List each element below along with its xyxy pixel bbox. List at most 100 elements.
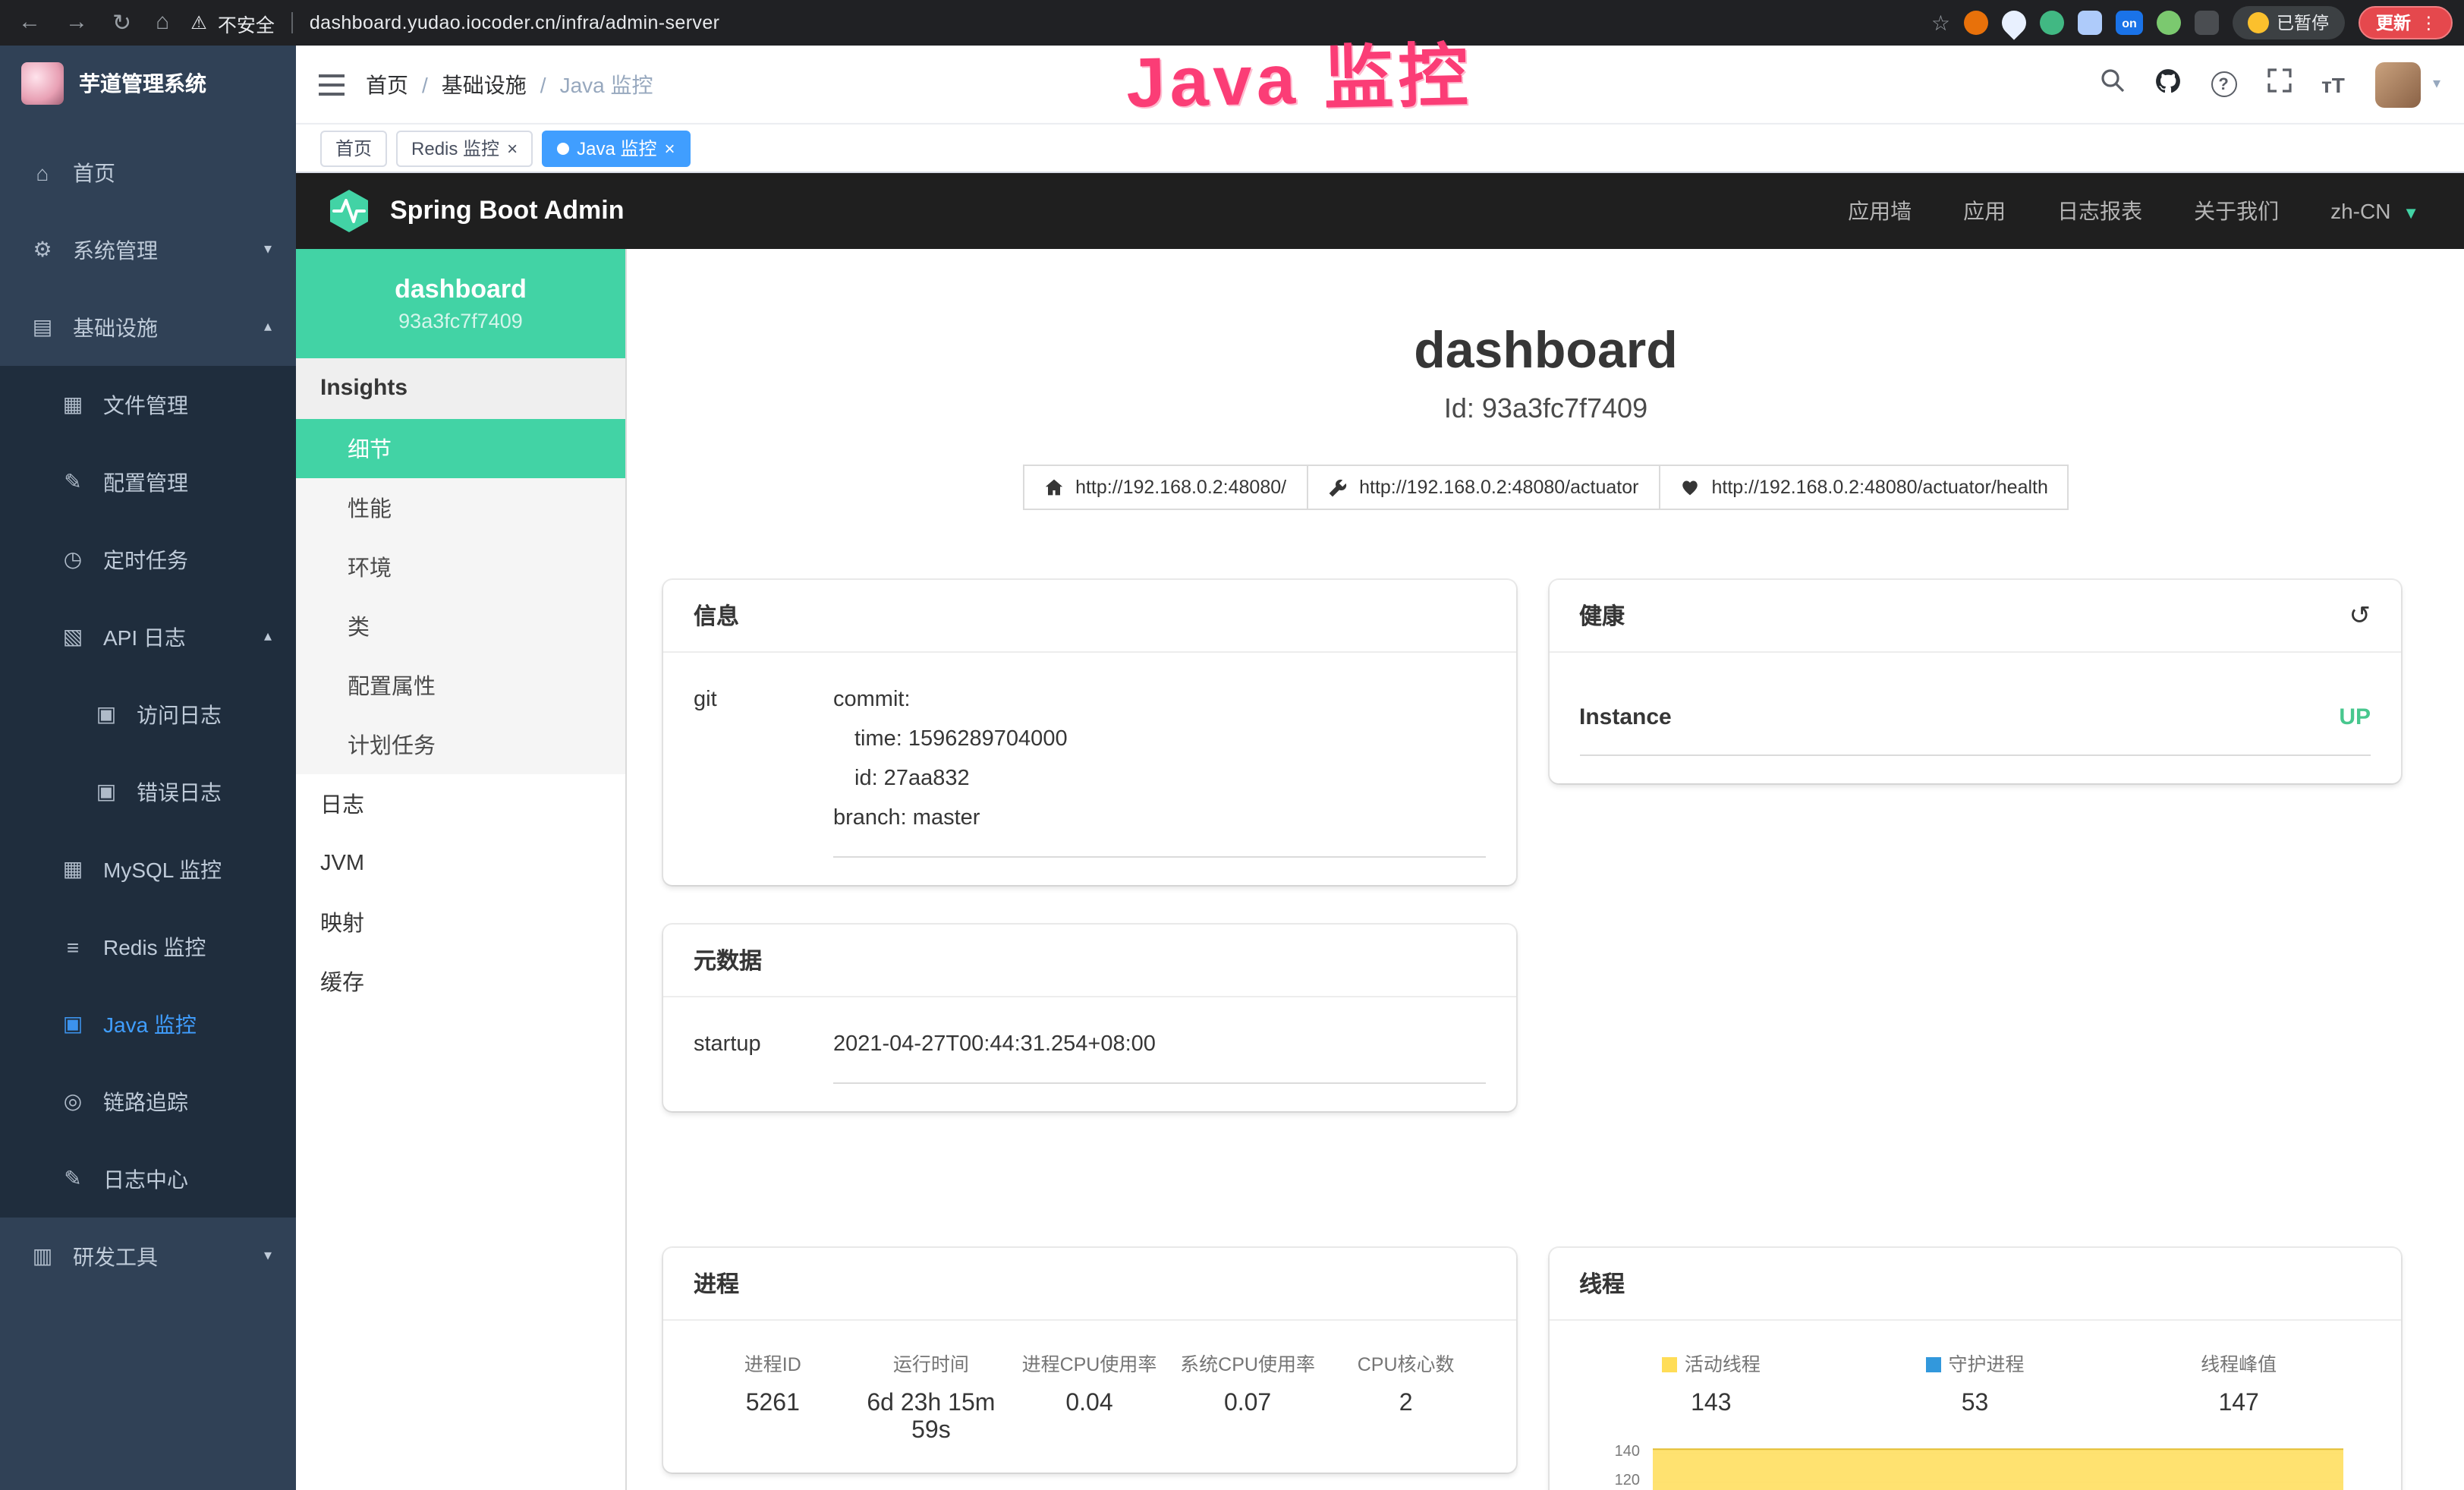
extension-vue-icon[interactable] (2040, 11, 2064, 35)
sba-logo-icon (326, 188, 372, 234)
breadcrumb-separator: / (422, 72, 428, 96)
sidebar-item-label: 链路追踪 (103, 1086, 188, 1117)
app-logo: 芋道管理系统 (0, 46, 296, 121)
tab-redis-monitor[interactable]: Redis 监控 × (396, 130, 533, 166)
close-icon[interactable]: × (664, 139, 675, 157)
sidebar-item-label: Redis 监控 (103, 931, 206, 962)
sba-nav-journal[interactable]: 日志报表 (2057, 196, 2142, 226)
close-icon[interactable]: × (507, 139, 518, 157)
sba-item-caches[interactable]: 缓存 (296, 952, 625, 1011)
startup-row: startup 2021-04-27T00:44:31.254+08:00 (694, 1025, 1485, 1084)
sba-locale-select[interactable]: zh-CN ▼ (2330, 199, 2419, 223)
sidebar-item-system-mgmt[interactable]: ⚙ 系统管理 (0, 211, 296, 288)
card-title: 健康 (1579, 600, 1625, 632)
sba-item-environment[interactable]: 环境 (296, 537, 625, 597)
legend-value: 53 (1843, 1391, 2107, 1418)
git-branch-line: branch: master (833, 799, 1485, 838)
url-text[interactable]: dashboard.yudao.iocoder.cn/infra/admin-s… (310, 12, 720, 33)
monitor-icon: ▣ (61, 1011, 85, 1037)
sidebar-item-label: Java 监控 (103, 1009, 197, 1039)
chrome-menu-icon[interactable] (2420, 12, 2437, 33)
legend-daemon-threads: 守护进程 53 (1843, 1348, 2107, 1418)
sidebar-item-tracing[interactable]: ◎ 链路追踪 (0, 1063, 296, 1140)
gear-icon: ⚙ (30, 237, 55, 263)
sba-item-mappings[interactable]: 映射 (296, 893, 625, 952)
bookmark-star-icon[interactable]: ☆ (1931, 10, 1950, 36)
sba-nav-about[interactable]: 关于我们 (2194, 196, 2279, 226)
threads-legend: 活动线程 143 守护进程 53 线程峰值 (1579, 1348, 2371, 1418)
infrastructure-icon: ▤ (30, 314, 55, 340)
sidebar-item-mysql-monitor[interactable]: ▦ MySQL 监控 (0, 830, 296, 908)
breadcrumb-infrastructure[interactable]: 基础设施 (442, 69, 527, 99)
security-label[interactable]: 不安全 (218, 8, 275, 37)
fullscreen-icon[interactable] (2267, 68, 2291, 100)
reload-button[interactable] (112, 9, 131, 36)
sba-item-config-props[interactable]: 配置属性 (296, 656, 625, 715)
home-button[interactable] (156, 9, 169, 36)
history-icon[interactable]: ↺ (2349, 600, 2371, 631)
sidebar-item-config-mgmt[interactable]: ✎ 配置管理 (0, 443, 296, 521)
address-bar[interactable]: ⚠ 不安全 dashboard.yudao.iocoder.cn/infra/a… (190, 8, 719, 37)
service-url-button[interactable]: http://192.168.0.2:48080/ (1022, 465, 1308, 510)
sidebar-item-file-mgmt[interactable]: ▦ 文件管理 (0, 366, 296, 443)
sidebar-item-java-monitor[interactable]: ▣ Java 监控 (0, 985, 296, 1063)
sidebar-item-dev-tools[interactable]: ▥ 研发工具 (0, 1218, 296, 1295)
edit-icon: ✎ (61, 469, 85, 495)
sidebar-item-scheduled-jobs[interactable]: ◷ 定时任务 (0, 521, 296, 598)
extension-icon-1[interactable] (1964, 11, 1988, 35)
y-tick: 120 (1600, 1474, 1640, 1489)
insights-section-title: Insights (296, 358, 625, 419)
sidebar-item-log-center[interactable]: ✎ 日志中心 (0, 1140, 296, 1218)
sidebar-item-redis-monitor[interactable]: ≡ Redis 监控 (0, 908, 296, 985)
sidebar-item-api-log[interactable]: ▧ API 日志 (0, 598, 296, 676)
sidebar-item-infrastructure[interactable]: ▤ 基础设施 (0, 288, 296, 366)
search-icon[interactable] (2100, 68, 2124, 100)
sba-nav-wallboard[interactable]: 应用墙 (1848, 196, 1912, 226)
extension-puzzle-icon[interactable] (2195, 11, 2219, 35)
extension-leaf-icon[interactable] (2157, 11, 2181, 35)
legend-label: 活动线程 (1685, 1354, 1761, 1375)
legend-label: 守护进程 (1948, 1354, 2024, 1375)
sba-item-classes[interactable]: 类 (296, 597, 625, 656)
instance-header: dashboard 93a3fc7f7409 (296, 249, 625, 358)
extension-on-badge[interactable]: on (2116, 11, 2143, 35)
sidebar-item-home[interactable]: ⌂ 首页 (0, 134, 296, 211)
github-icon[interactable] (2154, 68, 2180, 101)
sba-item-scheduled-tasks[interactable]: 计划任务 (296, 715, 625, 774)
back-button[interactable] (18, 9, 41, 36)
wrench-icon (1327, 477, 1347, 497)
git-time-line: time: 1596289704000 (833, 720, 1485, 759)
col-header: 系统CPU使用率 (1169, 1348, 1327, 1377)
health-url-button[interactable]: http://192.168.0.2:48080/actuator/health (1658, 465, 2069, 510)
forward-button[interactable] (65, 9, 88, 36)
avatar[interactable] (2375, 61, 2421, 107)
tab-home[interactable]: 首页 (320, 130, 387, 166)
sba-item-logs[interactable]: 日志 (296, 774, 625, 833)
profile-paused-pill[interactable]: 已暂停 (2233, 6, 2344, 39)
database-icon: ▦ (61, 856, 85, 882)
extension-drop-icon[interactable] (1997, 5, 2031, 39)
sba-nav-applications[interactable]: 应用 (1963, 196, 2006, 226)
sba-brand-title[interactable]: Spring Boot Admin (390, 196, 625, 226)
sba-item-details[interactable]: 细节 (296, 419, 625, 478)
col-header: CPU核心数 (1326, 1348, 1485, 1377)
chrome-update-button[interactable]: 更新 (2358, 6, 2453, 39)
actuator-url-button[interactable]: http://192.168.0.2:48080/actuator (1306, 465, 1660, 510)
health-card: 健康 ↺ Instance UP (1549, 580, 2401, 783)
breadcrumb-home[interactable]: 首页 (366, 69, 408, 99)
sidebar-item-error-log[interactable]: ▣ 错误日志 (0, 753, 296, 830)
help-icon[interactable]: ? (2211, 71, 2236, 97)
legend-label: 线程峰值 (2201, 1354, 2277, 1375)
metadata-card: 元数据 startup 2021-04-27T00:44:31.254+08:0… (663, 925, 1515, 1111)
admin-sidebar: 芋道管理系统 ⌂ 首页 ⚙ 系统管理 ▤ 基础设施 (0, 46, 296, 1490)
hamburger-button[interactable] (296, 74, 366, 95)
sba-item-metrics[interactable]: 性能 (296, 478, 625, 537)
sidebar-item-label: 访问日志 (137, 699, 222, 729)
sba-sidebar: dashboard 93a3fc7f7409 Insights 细节 性能 环境… (296, 249, 627, 1490)
page-title: dashboard (627, 322, 2464, 381)
sba-item-jvm[interactable]: JVM (296, 833, 625, 893)
font-size-icon[interactable]: тT (2321, 72, 2345, 96)
tab-java-monitor[interactable]: Java 监控 × (542, 130, 690, 166)
sidebar-item-access-log[interactable]: ▣ 访问日志 (0, 676, 296, 753)
extension-grid-icon[interactable] (2078, 11, 2102, 35)
